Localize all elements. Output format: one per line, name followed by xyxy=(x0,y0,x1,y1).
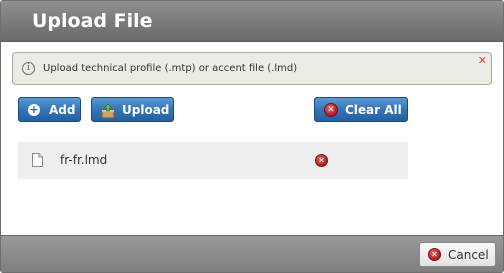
dialog-title: Upload File xyxy=(32,10,153,32)
info-close-icon[interactable]: ✕ xyxy=(478,54,487,67)
cancel-button-label: Cancel xyxy=(448,248,489,262)
remove-file-icon[interactable]: ✕ xyxy=(315,154,328,167)
dialog-footer: ✕ Cancel xyxy=(1,235,503,272)
clear-all-button[interactable]: ✕ Clear All xyxy=(314,97,408,122)
plus-icon: + xyxy=(28,103,40,116)
add-button-label: Add xyxy=(49,103,76,117)
clear-icon: ✕ xyxy=(324,103,338,117)
cancel-icon: ✕ xyxy=(428,248,441,261)
upload-button[interactable]: Upload xyxy=(91,97,174,122)
file-name: fr-fr.lmd xyxy=(60,153,108,167)
info-message-bar: i Upload technical profile (.mtp) or acc… xyxy=(12,52,492,85)
info-message-text: Upload technical profile (.mtp) or accen… xyxy=(43,63,298,74)
file-list-item: fr-fr.lmd ✕ xyxy=(18,142,408,179)
info-icon: i xyxy=(22,62,35,75)
upload-icon xyxy=(100,103,116,119)
add-button[interactable]: + Add xyxy=(18,97,81,122)
upload-button-label: Upload xyxy=(122,103,170,117)
clear-all-button-label: Clear All xyxy=(345,103,402,117)
dialog-titlebar[interactable]: Upload File xyxy=(1,1,503,42)
file-icon xyxy=(32,152,43,167)
cancel-button[interactable]: ✕ Cancel xyxy=(419,242,496,267)
upload-file-dialog: Upload File i Upload technical profile (… xyxy=(0,0,504,273)
